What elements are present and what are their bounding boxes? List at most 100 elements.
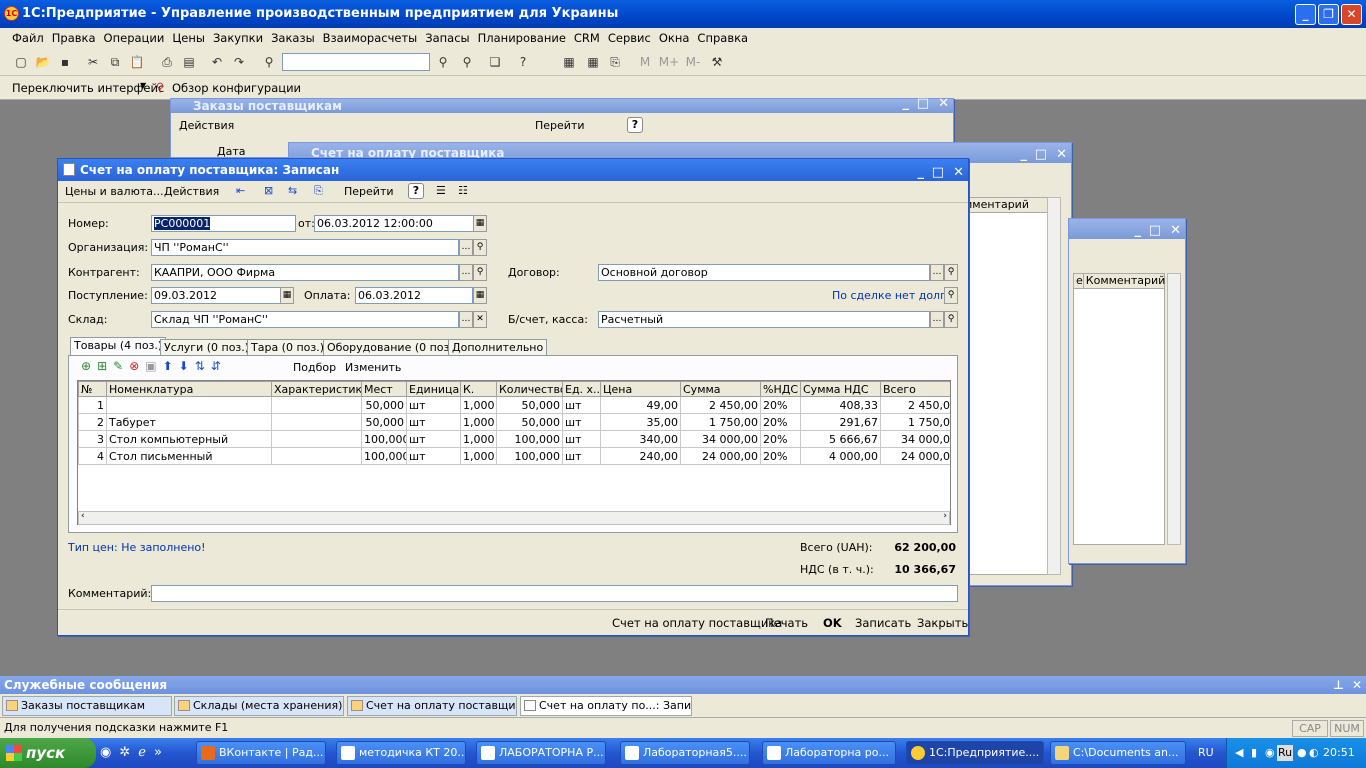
minimize-button[interactable]: _ — [1295, 4, 1316, 25]
more-chevron-icon[interactable]: » — [154, 745, 162, 760]
list-settings-icon[interactable]: ☰ — [436, 184, 446, 197]
new-document-icon[interactable]: ▢ — [12, 53, 30, 71]
help-icon[interactable]: ? — [627, 117, 643, 133]
help-context-icon[interactable]: ? — [514, 53, 532, 71]
account-field[interactable]: Расчетный — [598, 311, 930, 328]
table-cell[interactable]: 5 666,67 — [800, 430, 881, 448]
org-field[interactable]: ЧП ''РоманС'' — [151, 239, 459, 256]
table-cell[interactable]: 20% — [760, 396, 801, 414]
skype-icon[interactable]: ● — [1297, 738, 1307, 768]
table-row[interactable]: 4 Стол письменный 100,000 шт 1,000 100,000 шт 2… — [78, 447, 950, 465]
tab-additional[interactable]: Дополнительно — [448, 339, 548, 356]
col-quantity[interactable]: Количество — [496, 381, 563, 397]
save-button[interactable]: Записать — [855, 616, 911, 630]
paste-icon[interactable]: 📋 — [128, 53, 146, 71]
pin-icon[interactable]: ⊥ — [1333, 676, 1344, 694]
table-cell[interactable]: 20% — [760, 447, 801, 465]
counterparty-field[interactable]: КААПРИ, ООО Фирма — [151, 264, 459, 281]
redo-icon[interactable]: ↷ — [230, 53, 248, 71]
window-tab-warehouses[interactable]: Склады (места хранения) — [174, 696, 344, 716]
table-cell[interactable]: 100,000 — [496, 430, 563, 448]
contract-field[interactable]: Основной договор — [598, 264, 930, 281]
close-icon[interactable]: ✕ — [1170, 221, 1181, 241]
create-based-icon[interactable]: ⎘ — [314, 184, 323, 198]
binoculars-icon[interactable]: ⚲ — [260, 53, 278, 71]
col-places[interactable]: Мест — [361, 381, 407, 397]
print-icon[interactable]: ⎙ — [158, 53, 176, 71]
table-cell[interactable]: Полка — [106, 396, 272, 414]
calendar-icon[interactable]: ▦ — [280, 287, 294, 304]
move-up-icon[interactable]: ⬆ — [163, 359, 173, 373]
table-cell[interactable]: 2 450,00 — [680, 396, 761, 414]
clear-icon[interactable]: ✕ — [473, 311, 487, 328]
start-button[interactable]: пуск — [0, 738, 96, 768]
delete-row-icon[interactable]: ⊗ — [129, 359, 139, 373]
warehouses-vscroll[interactable] — [1167, 273, 1181, 545]
comment-field[interactable] — [151, 585, 958, 602]
arrival-date-field[interactable]: 09.03.2012 — [151, 287, 281, 304]
table-cell[interactable]: Стол компьютерный — [106, 430, 272, 448]
table-cell[interactable]: 20% — [760, 413, 801, 431]
memory-m-button[interactable]: М — [636, 53, 654, 71]
search-icon[interactable]: ⚲ — [944, 264, 958, 281]
calendar-icon[interactable]: ▦ — [584, 53, 602, 71]
col-coef[interactable]: К. — [460, 381, 497, 397]
pick-button[interactable]: Подбор — [293, 361, 336, 374]
task-vkontakte[interactable]: ВКонтакте | Рад... — [196, 741, 326, 765]
menu-operations[interactable]: Операции — [100, 31, 169, 45]
form-actions-menu[interactable]: Действия — [164, 185, 219, 198]
menu-crm[interactable]: CRM — [570, 31, 604, 45]
clipboard-icon[interactable]: ⎘ — [606, 53, 624, 71]
ok-button[interactable]: OK — [823, 616, 842, 630]
table-cell[interactable]: 50,000 — [496, 396, 563, 414]
tab-services[interactable]: Услуги (0 поз.) — [160, 339, 254, 356]
keyboard-layout-icon[interactable]: Ru — [1277, 745, 1294, 761]
language-indicator[interactable]: RU — [1198, 746, 1214, 759]
table-cell[interactable]: 20% — [760, 430, 801, 448]
no-debt-link[interactable]: По сделке нет долга — [832, 289, 953, 302]
menu-orders[interactable]: Заказы — [267, 31, 319, 45]
table-cell[interactable]: шт — [406, 447, 461, 465]
table-cell[interactable]: Табурет — [106, 413, 272, 431]
table-cell[interactable]: 4 — [78, 447, 107, 465]
ellipsis-icon[interactable]: … — [459, 311, 473, 328]
warehouse-field[interactable]: Склад ЧП ''РоманС'' — [151, 311, 459, 328]
edit-row-icon[interactable]: ✎ — [113, 359, 123, 373]
invoice-list-grid[interactable]: мментарий — [961, 197, 1055, 575]
maximize-icon[interactable]: □ — [917, 97, 929, 111]
table-cell[interactable]: 1,000 — [460, 447, 497, 465]
table-cell[interactable]: 50,000 — [361, 413, 407, 431]
based-on-icon[interactable]: ⇆ — [288, 184, 297, 197]
close-icon[interactable]: ✕ — [1352, 676, 1362, 694]
task-documents-folder[interactable]: C:\Documents an... — [1050, 741, 1186, 765]
table-cell[interactable]: 34 000,0 — [880, 430, 950, 448]
movement-icon[interactable]: ⊠ — [264, 184, 273, 197]
orders-actions-menu[interactable]: Действия — [179, 119, 234, 132]
close-icon[interactable]: ✕ — [938, 97, 949, 111]
table-cell[interactable]: 340,00 — [600, 430, 681, 448]
table-cell[interactable]: шт — [406, 430, 461, 448]
goods-grid[interactable]: № Номенклатура Характеристика Мест Едини… — [77, 380, 951, 525]
form-goto-menu[interactable]: Перейти — [344, 185, 394, 198]
table-cell[interactable]: 3 — [78, 430, 107, 448]
table-cell[interactable]: 24 000,0 — [880, 447, 950, 465]
table-cell[interactable]: 240,00 — [600, 447, 681, 465]
task-laboratornaya5[interactable]: Лабораторная5.... — [620, 741, 750, 765]
config-overview-button[interactable]: Обзор конфигурации — [172, 81, 301, 95]
tab-containers[interactable]: Тара (0 поз.) — [247, 339, 329, 356]
task-laboratorna-caps[interactable]: ЛАБОРАТОРНА Р... — [476, 741, 606, 765]
close-form-button[interactable]: Закрыть — [917, 616, 968, 630]
close-icon[interactable]: ✕ — [1056, 145, 1067, 165]
menu-settlements[interactable]: Взаиморасчеты — [319, 31, 422, 45]
price-type-link[interactable]: Тип цен: Не заполнено! — [68, 541, 206, 554]
table-cell[interactable]: 2 — [78, 413, 107, 431]
sort-asc-icon[interactable]: ⇅ — [195, 359, 205, 373]
calculator-icon[interactable]: ▦ — [560, 53, 578, 71]
grid-hscroll[interactable]: ‹ › — [78, 511, 950, 525]
window-tab-invoice-form[interactable]: Счет на оплату по...: Записан — [520, 696, 692, 716]
invoice-list-vscroll[interactable] — [1047, 197, 1061, 575]
ellipsis-icon[interactable]: … — [930, 311, 944, 328]
signal-icon[interactable]: ▮ — [1251, 738, 1257, 768]
save-icon[interactable]: ▪ — [56, 53, 74, 71]
col-num[interactable]: № — [78, 381, 107, 397]
